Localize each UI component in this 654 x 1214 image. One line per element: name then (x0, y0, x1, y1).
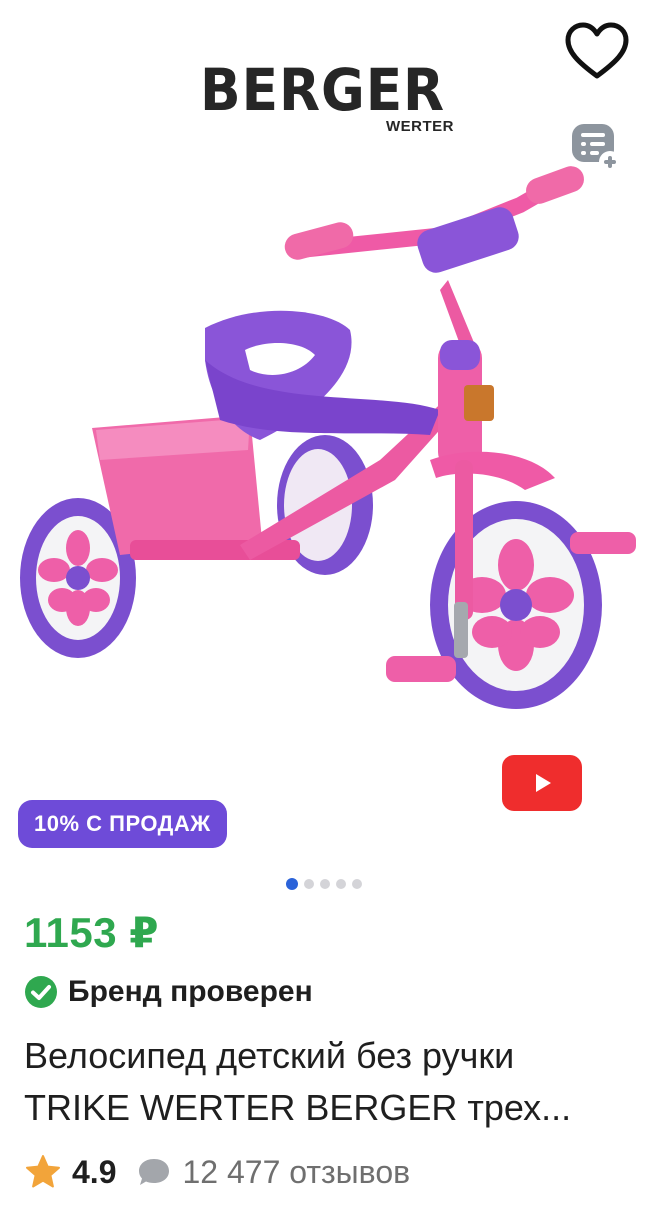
product-gallery[interactable]: BERGER WERTER 10% С ПРОДАЖ (0, 0, 654, 870)
product-price: 1153 ₽ (24, 909, 160, 956)
rating-row[interactable]: 4.9 12 477 отзывов (24, 1148, 410, 1196)
chat-bubble-icon (139, 1159, 170, 1185)
product-title[interactable]: Велосипед детский без ручки TRIKE WERTER… (24, 1030, 639, 1134)
gallery-dot-active[interactable] (286, 878, 298, 890)
video-button[interactable] (502, 755, 582, 811)
brand-logo-subname: WERTER (386, 118, 454, 135)
gallery-dot[interactable] (352, 879, 362, 889)
reviews-number: 12 477 (182, 1153, 281, 1190)
favorite-button[interactable] (560, 18, 634, 84)
reviews-label: отзывов (289, 1153, 411, 1190)
promo-badge: 10% С ПРОДАЖ (18, 800, 227, 848)
brand-logo: BERGER WERTER (200, 60, 460, 140)
gallery-dot[interactable] (304, 879, 314, 889)
brand-verified-badge: Бренд проверен (24, 972, 313, 1012)
reviews-count: 12 477 отзывов (182, 1154, 410, 1191)
rating-value: 4.9 (72, 1153, 117, 1190)
brand-verified-label: Бренд проверен (68, 975, 313, 1008)
star-icon (26, 1155, 60, 1188)
check-circle-icon (25, 976, 57, 1008)
gallery-dot[interactable] (336, 879, 346, 889)
product-card[interactable]: BERGER WERTER 10% С ПРОДАЖ 1153 ₽ Бренд … (0, 0, 654, 1214)
product-title-line: Велосипед детский без ручки (24, 1035, 515, 1076)
product-image[interactable] (0, 160, 654, 720)
product-title-line: TRIKE WERTER BERGER трех... (24, 1087, 572, 1128)
gallery-pagination (286, 877, 362, 891)
brand-logo-name: BERGER (200, 56, 446, 124)
tricycle-illustration (20, 166, 636, 709)
heart-icon (565, 22, 629, 79)
gallery-dot[interactable] (320, 879, 330, 889)
play-icon (536, 774, 551, 792)
